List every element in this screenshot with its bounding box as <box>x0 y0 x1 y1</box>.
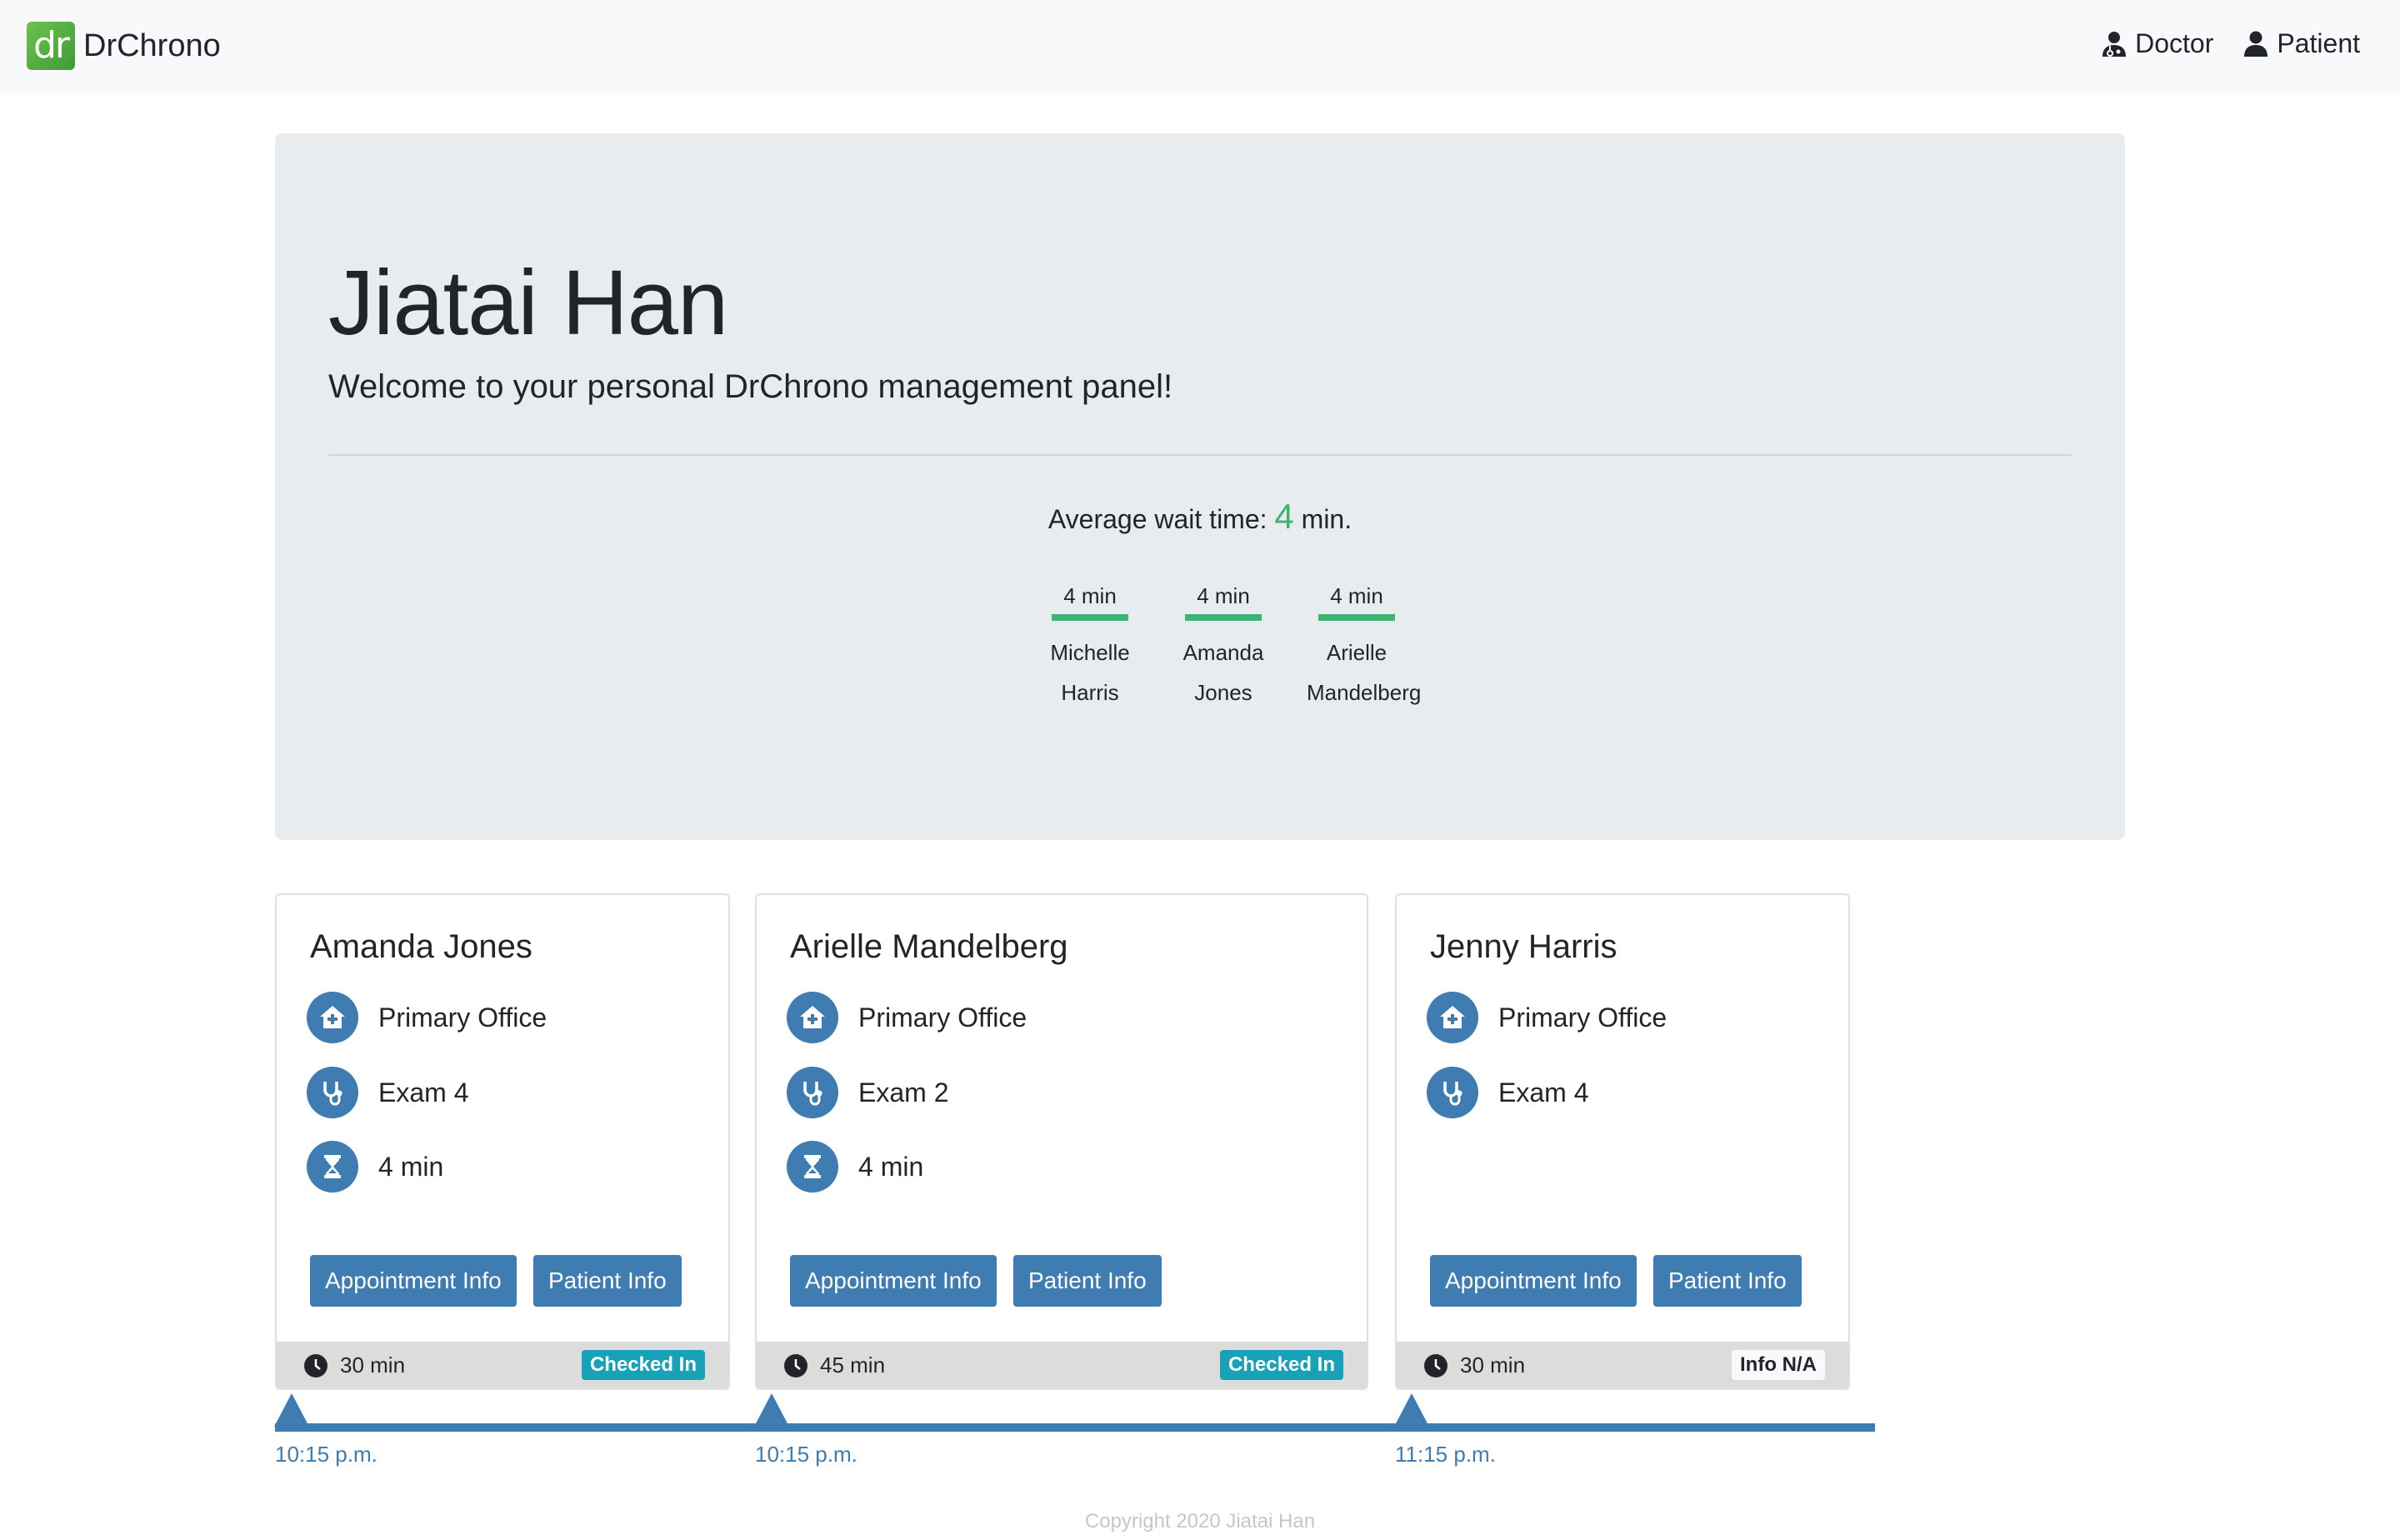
clinic-icon <box>307 992 358 1043</box>
exam-room: Exam 2 <box>858 1077 949 1108</box>
wait-first-name: Amanda <box>1182 640 1264 665</box>
timeline-marker <box>1394 1393 1429 1427</box>
welcome-message: Welcome to your personal DrChrono manage… <box>328 368 1173 405</box>
patient-info-button[interactable]: Patient Info <box>1653 1255 1802 1307</box>
average-wait-value: 4 <box>1274 497 1294 536</box>
hourglass-icon <box>787 1141 838 1192</box>
office-name: Primary Office <box>378 1002 548 1032</box>
timeline-marker <box>754 1393 789 1427</box>
stethoscope-icon <box>1427 1067 1478 1118</box>
wait-last-name: Mandelberg <box>1307 680 1422 705</box>
timeline-bar <box>275 1423 1875 1432</box>
patient-name: Amanda Jones <box>310 928 532 965</box>
drchrono-logo: dr <box>27 22 75 70</box>
welcome-panel: Jiatai Han Welcome to your personal DrCh… <box>275 133 2125 840</box>
nav-link-patient-label: Patient <box>2277 28 2360 58</box>
appointment-duration: 30 min <box>340 1352 406 1378</box>
wait-time: 4 min <box>858 1151 924 1182</box>
navbar: dr DrChrono Doctor Patient <box>0 0 2400 93</box>
hourglass-icon <box>307 1141 358 1192</box>
stethoscope-icon <box>307 1067 358 1118</box>
patient-name: Jenny Harris <box>1430 928 1618 965</box>
status-badge: Info N/A <box>1732 1350 1825 1380</box>
office-name: Primary Office <box>858 1002 1028 1032</box>
wait-item: 4 min Amanda Jones <box>1173 583 1273 712</box>
office-name: Primary Office <box>1498 1002 1668 1032</box>
doctor-name-title: Jiatai Han <box>328 252 728 354</box>
appointment-card: Arielle Mandelberg Primary Office Exam 2… <box>755 893 1368 1390</box>
wait-patient-name: Michelle Harris <box>1040 632 1140 712</box>
doctor-icon <box>2102 31 2127 57</box>
exam-row: Exam 2 <box>787 1067 948 1118</box>
wait-item: 4 min Arielle Mandelberg <box>1307 583 1422 712</box>
wait-patient-name: Amanda Jones <box>1173 632 1273 712</box>
wait-last-name: Jones <box>1194 680 1252 705</box>
wait-time-list: 4 min Michelle Harris 4 min Amanda Jones… <box>275 583 2125 712</box>
patient-name: Arielle Mandelberg <box>790 928 1068 965</box>
timeline-marker <box>274 1393 309 1427</box>
appointment-info-button[interactable]: Appointment Info <box>310 1255 517 1307</box>
wait-time: 4 min <box>1052 583 1128 621</box>
appointment-info-button[interactable]: Appointment Info <box>790 1255 997 1307</box>
exam-row: Exam 4 <box>1427 1067 1588 1118</box>
card-footer: 45 min Checked In <box>757 1342 1367 1388</box>
appointment-card: Jenny Harris Primary Office Exam 4 Appoi… <box>1395 893 1850 1390</box>
wait-time: 4 min <box>1318 583 1395 621</box>
wait-row: 4 min <box>307 1141 443 1192</box>
wait-row: 4 min <box>787 1141 923 1192</box>
office-row: Primary Office <box>787 992 1027 1043</box>
nav-link-doctor[interactable]: Doctor <box>2102 28 2213 59</box>
nav-links: Doctor Patient <box>2102 28 2360 59</box>
status-badge: Checked In <box>581 1350 705 1380</box>
exam-room: Exam 4 <box>1498 1077 1589 1108</box>
clock-icon <box>784 1354 808 1378</box>
status-badge: Checked In <box>1219 1350 1343 1380</box>
office-row: Primary Office <box>1427 992 1667 1043</box>
timeline-time-label: 10:15 p.m. <box>755 1442 858 1467</box>
appointment-duration: 45 min <box>820 1352 886 1378</box>
patient-info-button[interactable]: Patient Info <box>533 1255 682 1307</box>
card-footer: 30 min Checked In <box>277 1342 728 1388</box>
clinic-icon <box>1427 992 1478 1043</box>
nav-link-doctor-label: Doctor <box>2135 28 2214 58</box>
clinic-icon <box>787 992 838 1043</box>
exam-room: Exam 4 <box>378 1077 469 1108</box>
wait-last-name: Harris <box>1061 680 1119 705</box>
appointment-info-button[interactable]: Appointment Info <box>1430 1255 1637 1307</box>
nav-link-patient[interactable]: Patient <box>2243 28 2360 59</box>
brand[interactable]: dr DrChrono <box>27 22 221 70</box>
card-footer: 30 min Info N/A <box>1397 1342 1848 1388</box>
appointment-duration: 30 min <box>1460 1352 1526 1378</box>
timeline-time-label: 11:15 p.m. <box>1395 1442 1496 1467</box>
wait-item: 4 min Michelle Harris <box>1040 583 1140 712</box>
timeline-time-label: 10:15 p.m. <box>275 1442 378 1467</box>
average-wait-time: Average wait time: 4 min. <box>275 497 2125 537</box>
wait-first-name: Arielle <box>1326 640 1388 665</box>
clock-icon <box>304 1354 328 1378</box>
appointment-card: Amanda Jones Primary Office Exam 4 4 min… <box>275 893 730 1390</box>
stethoscope-icon <box>787 1067 838 1118</box>
wait-time: 4 min <box>378 1151 444 1182</box>
wait-patient-name: Arielle Mandelberg <box>1307 632 1422 712</box>
divider <box>328 454 2072 456</box>
user-icon <box>2244 31 2268 57</box>
brand-name: DrChrono <box>83 28 221 63</box>
average-wait-label: Average wait time: <box>1048 504 1268 534</box>
patient-info-button[interactable]: Patient Info <box>1013 1255 1162 1307</box>
office-row: Primary Office <box>307 992 547 1043</box>
average-wait-unit: min. <box>1301 504 1352 534</box>
clock-icon <box>1424 1354 1448 1378</box>
wait-time: 4 min <box>1185 583 1262 621</box>
copyright-footer: Copyright 2020 Jiatai Han <box>1084 1510 1316 1532</box>
wait-first-name: Michelle <box>1050 640 1130 665</box>
exam-row: Exam 4 <box>307 1067 468 1118</box>
